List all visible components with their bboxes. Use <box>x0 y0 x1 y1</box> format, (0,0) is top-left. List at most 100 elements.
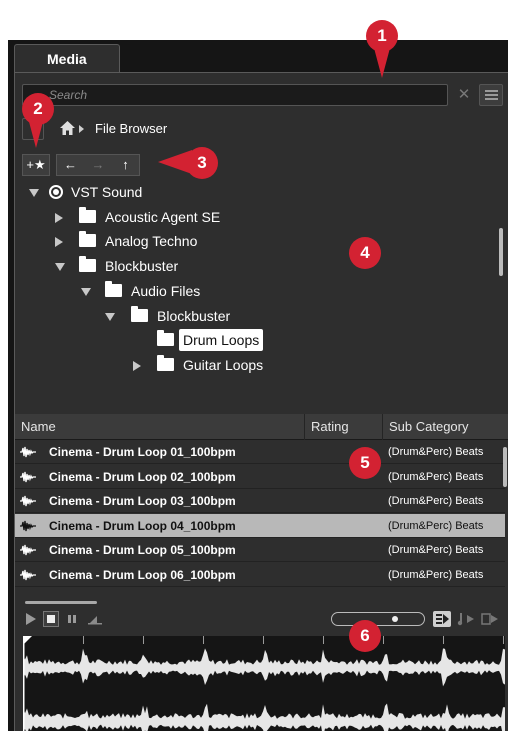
breadcrumb: File Browser <box>22 118 502 140</box>
tree-item-label: Guitar Loops <box>183 357 264 373</box>
search-input[interactable]: Search <box>22 84 448 106</box>
align-beats-icon[interactable] <box>433 611 451 627</box>
search-placeholder: Search <box>49 88 88 102</box>
play-icon[interactable] <box>25 612 37 626</box>
folder-icon <box>105 281 122 297</box>
close-icon[interactable]: ✕ <box>457 85 471 105</box>
tab-bar: Media <box>8 40 508 74</box>
table-row[interactable]: Cinema - Drum Loop 01_100bpm (Drum&Perc) … <box>15 440 505 464</box>
table-row[interactable]: Cinema - Drum Loop 05_100bpm (Drum&Perc) … <box>15 538 505 562</box>
tree-item-label: Audio Files <box>131 283 201 299</box>
breadcrumb-file-browser[interactable]: File Browser <box>95 121 167 136</box>
table-row[interactable]: Cinema - Drum Loop 04_100bpm (Drum&Perc) … <box>15 513 505 538</box>
tab-media-label: Media <box>47 51 87 67</box>
tree-item-analog-techno[interactable]: Analog Techno <box>15 229 485 253</box>
tree-item-blockbuster-sub[interactable]: Blockbuster <box>15 304 485 328</box>
table-row[interactable]: Cinema - Drum Loop 06_100bpm (Drum&Perc) … <box>15 563 505 587</box>
folder-icon <box>79 231 96 247</box>
row-sub-category: (Drum&Perc) Beats <box>388 470 484 483</box>
tab-media[interactable]: Media <box>14 44 120 74</box>
volume-slider[interactable] <box>331 612 425 626</box>
table-row[interactable]: Cinema - Drum Loop 03_100bpm (Drum&Perc) … <box>15 489 505 513</box>
folder-icon <box>79 207 96 223</box>
folder-tree: VST Sound Acoustic Agent SE Analog Techn… <box>15 180 508 380</box>
row-name: Cinema - Drum Loop 05_100bpm <box>49 543 236 557</box>
add-favorite-button[interactable]: +★ <box>22 154 50 176</box>
tree-item-label: Blockbuster <box>105 258 179 274</box>
row-sub-category: (Drum&Perc) Beats <box>388 519 484 532</box>
chevron-right-icon[interactable] <box>55 213 63 223</box>
list-view-icon[interactable] <box>479 84 503 106</box>
row-name: Cinema - Drum Loop 04_100bpm <box>49 518 236 533</box>
media-content: Search ✕ File Browser +★ ← → ↑ VST Sound… <box>14 72 508 731</box>
results-list: Cinema - Drum Loop 01_100bpm (Drum&Perc) … <box>15 440 508 587</box>
tree-item-label: Acoustic Agent SE <box>105 209 221 225</box>
row-name: Cinema - Drum Loop 01_100bpm <box>49 445 236 459</box>
row-sub-category: (Drum&Perc) Beats <box>388 446 484 458</box>
back-button[interactable]: ← <box>56 154 84 176</box>
audio-file-icon <box>20 520 36 531</box>
tree-item-label: Drum Loops <box>179 329 264 351</box>
audio-file-icon <box>20 569 36 580</box>
audio-file-icon <box>20 495 36 507</box>
play-in-project-icon[interactable] <box>457 612 477 626</box>
vst-sound-icon <box>49 185 63 199</box>
chevron-down-icon[interactable] <box>105 313 115 321</box>
chevron-right-icon[interactable] <box>133 361 141 371</box>
tree-item-vst-sound[interactable]: VST Sound <box>15 180 485 204</box>
row-sub-category: (Drum&Perc) Beats <box>388 495 484 507</box>
results-scrollbar[interactable] <box>503 447 507 487</box>
column-sub-category[interactable]: Sub Category <box>383 414 508 440</box>
column-name[interactable]: Name <box>15 414 305 440</box>
audio-file-icon <box>20 446 36 458</box>
forward-button[interactable]: → <box>84 154 112 176</box>
chevron-right-icon[interactable] <box>55 237 63 247</box>
folder-icon <box>79 256 96 272</box>
callout-4: 4 <box>349 237 381 269</box>
row-name: Cinema - Drum Loop 02_100bpm <box>49 469 236 484</box>
pause-icon[interactable] <box>67 614 77 624</box>
chevron-down-icon[interactable] <box>29 189 39 197</box>
audio-file-icon <box>20 544 36 556</box>
waveform-display[interactable]: 0 1 <box>23 636 505 731</box>
column-rating[interactable]: Rating <box>305 414 383 440</box>
home-icon[interactable] <box>60 121 75 135</box>
tree-item-acoustic-agent[interactable]: Acoustic Agent SE <box>15 205 485 229</box>
row-name: Cinema - Drum Loop 06_100bpm <box>49 567 236 582</box>
stop-button[interactable] <box>43 611 59 627</box>
volume-knob[interactable] <box>392 616 398 622</box>
folder-icon <box>131 306 148 322</box>
callout-pointer-1 <box>374 48 390 78</box>
audio-file-icon <box>20 471 36 482</box>
tree-item-guitar-loops[interactable]: Guitar Loops <box>15 353 485 377</box>
table-row[interactable]: Cinema - Drum Loop 02_100bpm (Drum&Perc) … <box>15 465 505 489</box>
chevron-right-icon <box>79 125 84 133</box>
tree-item-drum-loops[interactable]: Drum Loops <box>15 328 485 352</box>
waveform-icon <box>23 636 505 731</box>
auto-play-icon[interactable] <box>481 612 501 626</box>
row-sub-category: (Drum&Perc) Beats <box>388 568 484 581</box>
stop-icon <box>47 615 55 623</box>
folder-icon <box>157 330 174 346</box>
row-name: Cinema - Drum Loop 03_100bpm <box>49 494 236 508</box>
callout-6: 6 <box>349 620 381 652</box>
results-header: Name Rating Sub Category <box>15 414 508 440</box>
row-sub-category: (Drum&Perc) Beats <box>388 544 484 556</box>
chevron-down-icon[interactable] <box>81 288 91 296</box>
horizontal-scrollbar[interactable] <box>25 601 97 604</box>
callout-pointer-2 <box>28 118 44 148</box>
tree-item-audio-files[interactable]: Audio Files <box>15 279 485 303</box>
tree-item-label: Analog Techno <box>105 233 198 249</box>
folder-icon <box>157 355 174 371</box>
media-panel: Media Search ✕ File Browser +★ ← → ↑ VST… <box>8 40 508 731</box>
preview-transport <box>15 608 508 634</box>
tree-item-label: VST Sound <box>71 184 143 200</box>
tree-item-label: Blockbuster <box>157 308 231 324</box>
callout-5: 5 <box>349 447 381 479</box>
trigger-icon[interactable] <box>87 613 103 625</box>
tree-item-blockbuster[interactable]: Blockbuster <box>15 254 485 278</box>
up-button[interactable]: ↑ <box>112 154 140 176</box>
tree-scrollbar[interactable] <box>499 228 503 276</box>
chevron-down-icon[interactable] <box>55 263 65 271</box>
callout-3: 3 <box>186 147 218 179</box>
